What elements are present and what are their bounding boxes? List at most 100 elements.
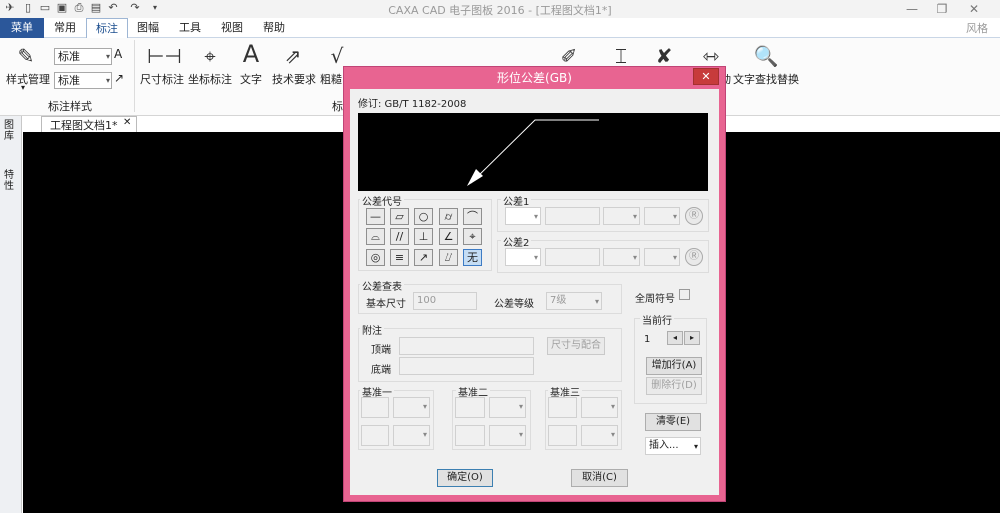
dimension-icon[interactable]: ⊢⊣: [147, 42, 182, 70]
datum3-input[interactable]: [548, 397, 577, 418]
properties-tab[interactable]: 特性: [4, 170, 18, 192]
delete-row-button[interactable]: 删除行(D): [646, 377, 702, 395]
text-label[interactable]: 文字: [240, 71, 262, 87]
tab-tools[interactable]: 工具: [175, 18, 205, 38]
ok-button[interactable]: 确定(O): [437, 469, 493, 487]
circular-runout-symbol-button[interactable]: ↗: [414, 249, 433, 266]
tolerance2-condition-select[interactable]: ▾: [644, 248, 680, 266]
tolerance2-prefix-select[interactable]: ▾: [505, 248, 541, 266]
parallelism-symbol-button[interactable]: //: [390, 228, 409, 245]
basic-size-input[interactable]: 100: [413, 292, 477, 310]
add-row-button[interactable]: 增加行(A): [646, 357, 702, 375]
tech-requirement-icon[interactable]: ⇗: [279, 42, 307, 70]
grade-label: 公差等级: [494, 299, 534, 310]
datum3-modifier-select-2[interactable]: ▾: [581, 425, 618, 446]
chevron-down-icon[interactable]: ▾: [21, 83, 25, 92]
close-window-icon[interactable]: ✕: [962, 0, 986, 18]
roughness-label[interactable]: 粗糙度: [320, 71, 342, 87]
top-note-input[interactable]: [399, 337, 534, 355]
tab-frame[interactable]: 图幅: [133, 18, 163, 38]
bottom-note-input[interactable]: [399, 357, 534, 375]
tab-view[interactable]: 视图: [217, 18, 247, 38]
minimize-icon[interactable]: —: [900, 0, 924, 18]
tolerance1-modifier-select[interactable]: ▾: [603, 207, 640, 225]
datum1-modifier-select-2[interactable]: ▾: [393, 425, 430, 446]
datum2-modifier-select[interactable]: ▾: [489, 397, 526, 418]
group-separator: [134, 40, 135, 112]
text-search-icon[interactable]: 🔍: [752, 42, 780, 70]
text-search-label[interactable]: 文字查找替换: [733, 71, 799, 87]
grade-select[interactable]: 7级 ▾: [546, 292, 602, 310]
tolerance2-r-icon[interactable]: Ⓡ: [685, 248, 703, 266]
text-style-combo[interactable]: 标准 ▾: [54, 48, 112, 65]
tolerance-code-label: 公差代号: [360, 193, 404, 208]
none-symbol-button[interactable]: 无: [463, 249, 482, 266]
style-group-label: 标注样式: [48, 100, 92, 113]
text-style-icon[interactable]: A: [114, 47, 122, 61]
tolerance1-condition-select[interactable]: ▾: [644, 207, 680, 225]
tab-annotation[interactable]: 标注: [86, 18, 128, 38]
datum1-modifier-select[interactable]: ▾: [393, 397, 430, 418]
tolerance-lookup-label: 公差查表: [360, 278, 404, 293]
perpendicularity-symbol-button[interactable]: ⊥: [414, 228, 433, 245]
total-runout-symbol-button[interactable]: ⌰: [439, 249, 458, 266]
insert-select[interactable]: 插入... ▾: [645, 437, 701, 455]
concentricity-symbol-button[interactable]: ◎: [366, 249, 385, 266]
tech-requirement-label[interactable]: 技术要求: [272, 71, 316, 87]
text-icon[interactable]: A: [237, 40, 265, 68]
datum1-input-2[interactable]: [361, 425, 389, 446]
cylindricity-symbol-button[interactable]: ⌭: [439, 208, 458, 225]
style-label[interactable]: 风格: [966, 20, 988, 36]
tab-help[interactable]: 帮助: [259, 18, 289, 38]
dimension-label[interactable]: 尺寸标注: [140, 71, 184, 87]
tab-common[interactable]: 常用: [50, 18, 80, 38]
coordinate-dim-label[interactable]: 坐标标注: [188, 71, 232, 87]
tolerance2-label: 公差2: [501, 234, 532, 249]
tolerance1-value-input[interactable]: [545, 207, 600, 225]
clear-button[interactable]: 清零(E): [645, 413, 701, 431]
all-around-checkbox[interactable]: [679, 289, 690, 300]
top-note-label: 顶端: [371, 345, 391, 356]
datum2-modifier-select-2[interactable]: ▾: [489, 425, 526, 446]
datum2-input[interactable]: [455, 397, 485, 418]
datum1-input[interactable]: [361, 397, 389, 418]
tolerance1-r-icon[interactable]: Ⓡ: [685, 207, 703, 225]
main-menu-button[interactable]: 菜单: [0, 18, 44, 38]
bottom-note-label: 底端: [371, 365, 391, 376]
row-next-icon[interactable]: ▸: [684, 331, 700, 345]
app-title: CAXA CAD 电子图板 2016 - [工程图文档1*]: [388, 4, 612, 17]
tolerance1-prefix-select[interactable]: ▾: [505, 207, 541, 225]
style-manager-label[interactable]: 样式管理: [6, 71, 50, 87]
all-around-label: 全周符号: [635, 294, 675, 305]
close-tab-icon[interactable]: ✕: [123, 117, 131, 128]
datum2-input-2[interactable]: [455, 425, 485, 446]
symmetry-symbol-button[interactable]: ≡: [390, 249, 409, 266]
line-profile-symbol-button[interactable]: ⌒: [463, 208, 482, 225]
size-fit-button[interactable]: 尺寸与配合: [547, 337, 605, 355]
restore-icon[interactable]: ❐: [930, 0, 954, 18]
straightness-symbol-button[interactable]: —: [366, 208, 385, 225]
current-row-value: 1: [644, 334, 651, 345]
dim-style-combo[interactable]: 标准 ▾: [54, 72, 112, 89]
row-prev-icon[interactable]: ◂: [667, 331, 683, 345]
datum3-modifier-select[interactable]: ▾: [581, 397, 618, 418]
circularity-symbol-button[interactable]: ○: [414, 208, 433, 225]
dialog-title: 形位公差(GB): [497, 71, 572, 85]
current-row-label: 当前行: [640, 312, 674, 327]
flatness-symbol-button[interactable]: ▱: [390, 208, 409, 225]
surface-profile-symbol-button[interactable]: ⌓: [366, 228, 385, 245]
dim-style-icon[interactable]: ↗: [114, 71, 124, 85]
style-manager-icon[interactable]: ✎: [12, 42, 40, 70]
preview-panel: [358, 113, 708, 191]
tolerance2-modifier-select[interactable]: ▾: [603, 248, 640, 266]
tolerance2-value-input[interactable]: [545, 248, 600, 266]
cancel-button[interactable]: 取消(C): [571, 469, 628, 487]
coordinate-dim-icon[interactable]: ⌖: [196, 42, 224, 70]
dialog-close-button[interactable]: ✕: [693, 68, 719, 85]
datum3-input-2[interactable]: [548, 425, 577, 446]
library-tab[interactable]: 图库: [4, 120, 18, 142]
position-symbol-button[interactable]: ⌖: [463, 228, 482, 245]
revision-label: 修订: GB/T 1182-2008: [358, 99, 467, 110]
angularity-symbol-button[interactable]: ∠: [439, 228, 458, 245]
annotation-group-label: 标: [332, 100, 343, 113]
